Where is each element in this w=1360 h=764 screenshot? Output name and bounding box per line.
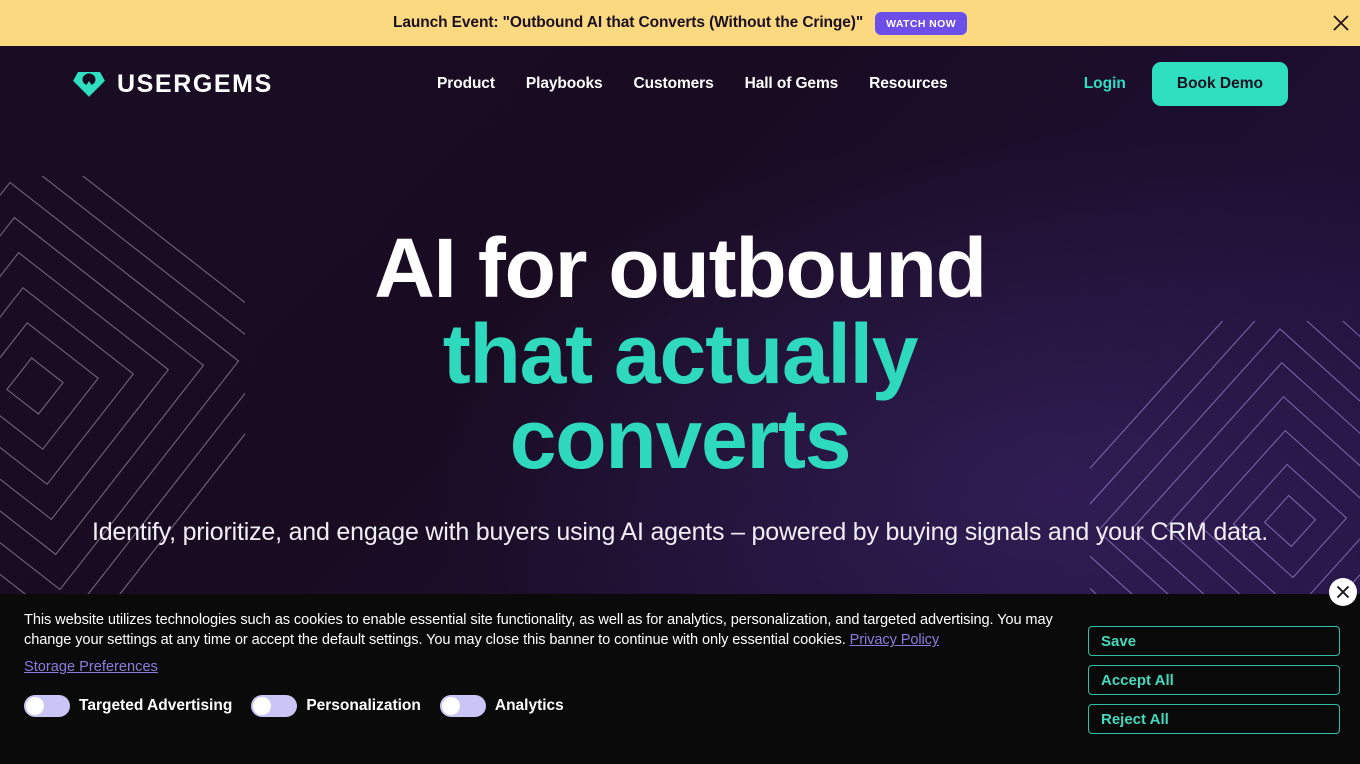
toggle-analytics[interactable]: [439, 695, 486, 718]
toggle-targeted-advertising[interactable]: [24, 695, 70, 718]
close-icon: [1336, 585, 1350, 599]
announcement-bar: Launch Event: "Outbound AI that Converts…: [0, 0, 1360, 46]
nav-item-customers[interactable]: Customers: [634, 75, 714, 93]
toggle-label-analytics: Analytics: [494, 697, 564, 715]
main-navbar: USERGEMS Product Playbooks Customers Hal…: [0, 46, 1360, 122]
book-demo-button[interactable]: Book Demo: [1151, 62, 1288, 106]
nav-links: Product Playbooks Customers Hall of Gems…: [301, 75, 1084, 93]
gem-icon: [72, 72, 106, 98]
close-icon: [1333, 15, 1349, 31]
cookie-banner-close-button[interactable]: [1329, 578, 1357, 606]
hero-title-accent: that actually converts: [442, 306, 919, 487]
nav-item-product[interactable]: Product: [437, 75, 495, 93]
nav-item-playbooks[interactable]: Playbooks: [526, 75, 603, 93]
hero-subtitle: Identify, prioritize, and engage with bu…: [91, 518, 1269, 547]
toggle-group-personalization: Personalization: [251, 695, 421, 718]
toggle-label-personalization: Personalization: [306, 697, 421, 715]
cookie-reject-all-button[interactable]: Reject All: [1088, 704, 1340, 734]
hero-title: AI for outbound that actually converts: [340, 225, 1020, 483]
cookie-banner-text-block: This website utilizes technologies such …: [24, 610, 1058, 650]
nav-item-resources[interactable]: Resources: [869, 75, 947, 93]
toggle-personalization[interactable]: [251, 695, 298, 718]
toggle-group-analytics: Analytics: [439, 695, 564, 718]
announcement-text: Launch Event: "Outbound AI that Converts…: [392, 14, 864, 31]
login-link[interactable]: Login: [1084, 75, 1126, 93]
logo-text: USERGEMS: [117, 69, 273, 98]
cookie-banner-body: This website utilizes technologies such …: [24, 610, 1088, 764]
cookie-accept-all-button[interactable]: Accept All: [1088, 665, 1340, 695]
hero-title-primary: AI for outbound: [374, 221, 987, 315]
storage-preferences-link[interactable]: Storage Preferences: [24, 659, 158, 675]
nav-item-hall-of-gems[interactable]: Hall of Gems: [745, 75, 839, 93]
logo[interactable]: USERGEMS: [72, 70, 273, 99]
toggle-group-targeted-advertising: Targeted Advertising: [24, 695, 233, 718]
hero-content: AI for outbound that actually converts I…: [0, 122, 1360, 644]
announcement-close-icon[interactable]: [1328, 10, 1354, 36]
hero-section: USERGEMS Product Playbooks Customers Hal…: [0, 46, 1360, 764]
cookie-banner-actions: Save Accept All Reject All: [1088, 610, 1340, 764]
privacy-policy-link[interactable]: Privacy Policy: [850, 632, 940, 648]
cookie-save-button[interactable]: Save: [1088, 626, 1340, 656]
cookie-consent-banner: This website utilizes technologies such …: [0, 578, 1360, 764]
nav-actions: Login Book Demo: [1084, 62, 1288, 106]
toggle-label-targeted-advertising: Targeted Advertising: [79, 697, 233, 715]
watch-now-button[interactable]: WATCH NOW: [875, 11, 968, 35]
cookie-toggles-row: Targeted Advertising Personalization Ana…: [24, 695, 1058, 718]
